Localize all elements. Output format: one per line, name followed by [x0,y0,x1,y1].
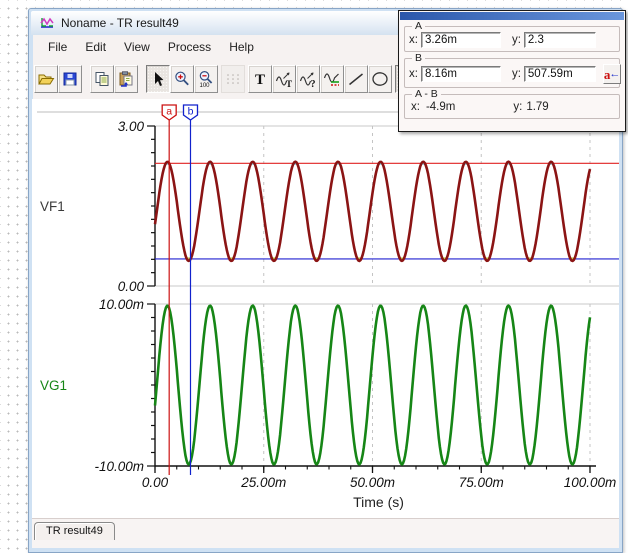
line-tool-button[interactable] [344,65,368,93]
save-button[interactable] [58,65,82,93]
paste-button[interactable] [114,65,138,93]
zoom-out-caption: 100 [200,83,211,88]
zoom-in-button[interactable] [170,65,194,93]
cursor-b-group-label: B [412,52,426,64]
text-tool-glyph: T [255,72,265,88]
cursor-b-y-label: y: [511,68,521,80]
zoom-in-icon [175,71,189,86]
y-tick-label: -10.00m [94,459,144,474]
menu-help[interactable]: Help [221,37,262,57]
trace-name-label: VF1 [40,199,65,214]
window-title: Noname - TR result49 [61,16,179,30]
y-tick-label: 3.00 [118,119,145,134]
cursor-a-x-input[interactable] [420,32,501,48]
grid-button [221,65,245,93]
gridline-horizontal [155,125,619,305]
cursor-a-y-input[interactable] [523,32,596,48]
paste-icon [119,71,133,87]
cursor-diff-group: A - B x: -4.9m y: 1.79 [404,88,620,119]
curve-label-button[interactable]: T [272,65,296,93]
open-folder-icon [38,74,55,85]
move-cursor-a-here-button[interactable]: a ← [602,64,622,84]
curve-query-glyph: ? [311,79,316,88]
desktop-background: Noname - TR result49 File Edit View Proc… [0,0,628,553]
x-tick-label: 100.00m [564,475,617,490]
cursor-a-group-label: A [412,20,426,32]
diff-y-value: 1.79 [526,101,549,113]
y-tick-label: 10.00m [99,297,144,312]
diff-x-value: -4.9m [425,101,456,113]
y-tick-label: 0.00 [118,279,145,294]
x-tick-label: 50.00m [350,475,395,490]
menu-process[interactable]: Process [160,37,219,57]
open-button[interactable] [34,65,58,93]
select-cursor-button[interactable] [146,65,170,93]
text-tool-icon: T [255,72,265,88]
chart-plot-area[interactable]: 3.00 0.00 VF1 10.00m -10.00m VG1 0.00 25.00m 50.… [32,99,619,524]
x-tick-label: 75.00m [459,475,504,490]
trace-name-label: VG1 [40,378,67,393]
curve-query-button[interactable]: ? [296,65,320,93]
diff-x-label: x: [411,101,420,113]
diagram-window-icon [40,17,54,28]
curve-legend-button[interactable] [320,65,344,93]
zoom-out-100-icon: 100 [200,71,213,88]
cursor-a-flag-label: a [166,106,172,118]
curve-legend-icon [323,73,339,86]
copy-icon [95,72,109,86]
ellipse-tool-button[interactable] [368,65,392,93]
grid-icon [227,74,239,84]
cursor-b-x-label: x: [409,68,418,80]
line-tool-icon [349,73,363,86]
menu-view[interactable]: View [116,37,158,57]
diff-y-label: y: [513,101,523,113]
ellipse-tool-icon [372,72,388,86]
zoom-out-button[interactable]: 100 [194,65,218,93]
x-tick-label: 25.00m [240,475,286,490]
x-axis-title: Time (s) [353,494,404,510]
tab-tr-result49[interactable]: TR result49 [34,522,115,540]
left-arrow-icon: ← [609,67,621,80]
curve-label-glyph: T [286,79,292,88]
cursor-a-y-label: y: [511,34,521,46]
tab-bar: TR result49 [32,518,619,548]
menu-edit[interactable]: Edit [77,37,114,57]
cursor-b-group: B x: y: a ← [404,52,622,88]
curve-label-icon: T [275,72,292,88]
menu-file[interactable]: File [40,37,75,57]
cursor-a-x-label: x: [409,34,418,46]
curve-query-icon: ? [299,72,316,88]
text-tool-button[interactable]: T [248,65,272,93]
copy-button[interactable] [90,65,114,93]
cursor-b-flag-label: b [188,106,194,118]
cursor-b-y-input[interactable] [523,66,596,82]
save-floppy-icon [63,72,77,86]
panel-titlebar[interactable] [400,12,624,20]
arrow-cursor-icon [155,72,164,86]
x-tick-label: 0.00 [142,475,169,490]
waveform-vg1 [153,304,592,466]
cursor-b-x-input[interactable] [420,66,501,82]
cursor-diff-group-label: A - B [412,88,441,100]
cursor-values-panel: A x: y: B x: y: a ← A - B [398,10,626,132]
cursor-a-group: A x: y: [404,20,620,52]
